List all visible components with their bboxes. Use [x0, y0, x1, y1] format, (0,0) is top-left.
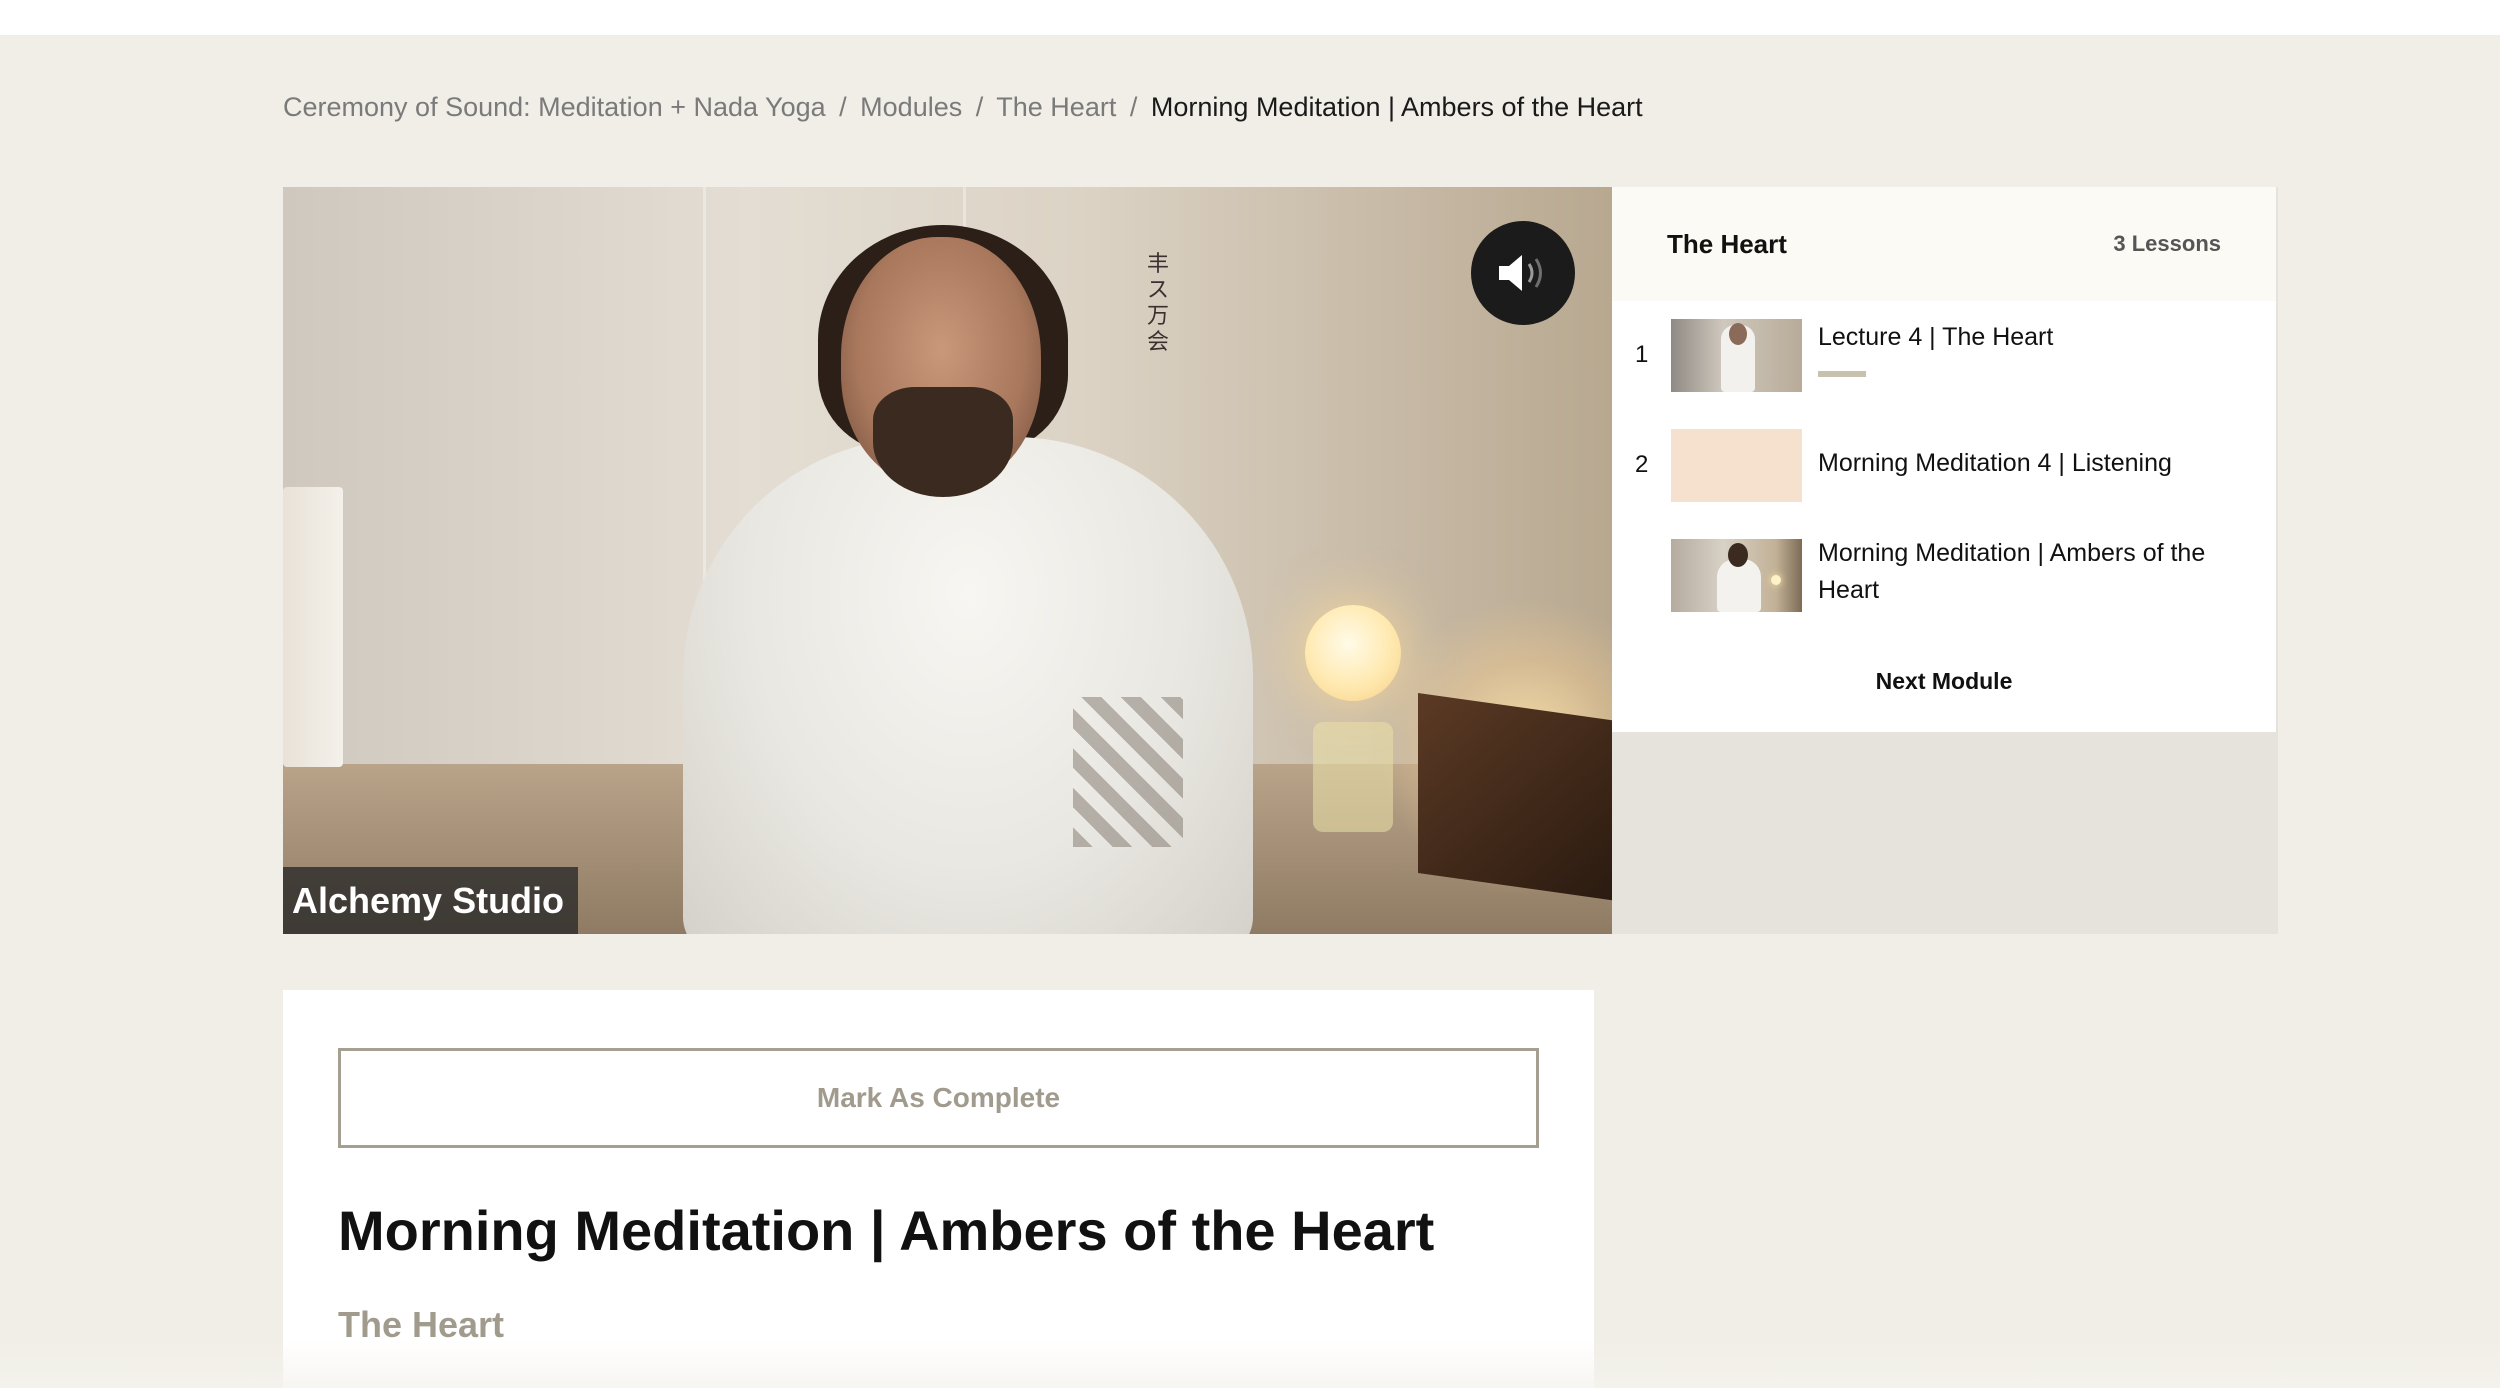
mark-complete-button[interactable]: Mark As Complete — [338, 1048, 1539, 1148]
harmonium — [1418, 692, 1612, 902]
breadcrumb-modules-link[interactable]: Modules — [860, 92, 962, 122]
sidebar-header: The Heart 3 Lessons — [1612, 187, 2276, 301]
video-player[interactable]: 丰ス万会 Alchemy Studio — [283, 187, 1612, 934]
thumbnail-lamp — [1771, 575, 1781, 585]
lesson-progress-bar — [1818, 371, 1866, 377]
breadcrumb-current: Morning Meditation | Ambers of the Heart — [1150, 92, 1643, 122]
thumbnail-head — [1729, 323, 1747, 345]
speaker-volume-icon — [1499, 255, 1542, 291]
top-bar — [0, 0, 2500, 35]
lesson-title: Morning Meditation 4 | Listening — [1818, 449, 2172, 477]
lesson-number: 1 — [1635, 341, 1649, 368]
lesson-count: 3 Lessons — [2113, 231, 2221, 256]
lesson-item-active[interactable]: Morning Meditation | Ambers of the Heart — [1612, 539, 2276, 629]
breadcrumb-course-link[interactable]: Ceremony of Sound: Meditation + Nada Yog… — [283, 92, 826, 122]
lesson-number: 2 — [1635, 451, 1649, 478]
lesson-thumbnail — [1671, 539, 1802, 612]
next-module-button[interactable]: Next Module — [1612, 667, 2276, 696]
video-caption: Alchemy Studio — [283, 867, 579, 934]
shawl-emblem — [1073, 697, 1183, 847]
breadcrumb-separator: / — [975, 92, 984, 122]
lesson-thumbnail — [1671, 319, 1802, 392]
breadcrumb-separator: / — [839, 92, 847, 122]
lesson-item[interactable]: 1 Lecture 4 | The Heart — [1612, 319, 2276, 409]
lesson-content-card: Mark As Complete Morning Meditation | Am… — [283, 990, 1594, 1388]
person-beard — [873, 387, 1013, 497]
breadcrumb: Ceremony of Sound: Meditation + Nada Yog… — [283, 92, 1643, 123]
lesson-heading: Morning Meditation | Ambers of the Heart — [338, 1199, 1435, 1262]
thumbnail-text — [1695, 441, 1779, 485]
floor-lamp — [283, 487, 343, 767]
thumbnail-head — [1728, 543, 1748, 567]
sound-toggle-button[interactable] — [1471, 221, 1575, 325]
sidebar-module-title: The Heart — [1667, 229, 1787, 259]
lesson-title: Morning Meditation | Ambers of the Heart — [1818, 539, 2206, 604]
lesson-sidebar: The Heart 3 Lessons 1 Lecture 4 | The He… — [1612, 187, 2276, 732]
person-shawl — [683, 437, 1253, 934]
lamp-bulb — [1305, 605, 1401, 701]
breadcrumb-separator: / — [1129, 92, 1138, 122]
module-subtitle: The Heart — [338, 1304, 505, 1345]
lesson-thumbnail — [1671, 429, 1802, 502]
lesson-title: Lecture 4 | The Heart — [1818, 323, 2054, 351]
lesson-item[interactable]: 2 Morning Meditation 4 | Listening — [1612, 429, 2276, 519]
breadcrumb-module-link[interactable]: The Heart — [996, 92, 1116, 122]
glass-jar — [1313, 722, 1393, 832]
wall-calligraphy: 丰ス万会 — [1146, 252, 1169, 355]
